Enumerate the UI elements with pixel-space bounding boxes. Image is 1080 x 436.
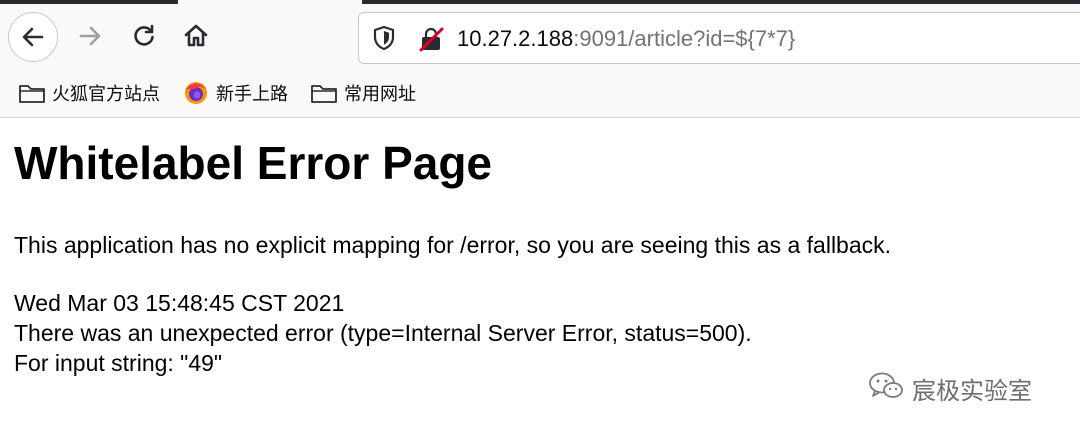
reload-button[interactable] — [124, 16, 164, 56]
page-title: Whitelabel Error Page — [14, 137, 493, 189]
folder-icon — [18, 81, 46, 105]
tracking-protection-shield-icon[interactable] — [371, 25, 397, 51]
reload-icon — [134, 24, 154, 46]
bookmark-getting-started[interactable]: 新手上路 — [182, 78, 288, 108]
bookmark-folder-firefox-official[interactable]: 火狐官方站点 — [18, 78, 160, 108]
address-bar[interactable]: 10.27.2.188:9091/article?id=${7*7} — [358, 12, 1080, 64]
url-host: 10.27.2.188 — [457, 26, 574, 51]
error-timestamp: Wed Mar 03 15:48:45 CST 2021 — [14, 290, 345, 316]
watermark-text: 宸极实验室 — [912, 377, 1032, 405]
navigation-toolbar: 10.27.2.188:9091/article?id=${7*7} — [0, 4, 1080, 70]
error-status: There was an unexpected error (type=Inte… — [14, 320, 752, 346]
bookmark-label: 新手上路 — [216, 84, 288, 104]
arrow-left-icon — [22, 27, 44, 47]
wechat-icon — [868, 371, 904, 406]
error-message: This application has no explicit mapping… — [14, 232, 892, 258]
folder-icon — [310, 81, 338, 105]
back-button[interactable] — [8, 12, 58, 62]
bookmarks-toolbar: 火狐官方站点 新手上路 常用网址 — [0, 70, 1080, 118]
home-icon — [184, 24, 208, 47]
firefox-icon — [182, 81, 210, 105]
arrow-right-icon — [79, 26, 101, 46]
bookmark-label: 常用网址 — [344, 84, 416, 104]
watermark: 宸极实验室 — [868, 370, 1032, 406]
insecure-lock-icon[interactable] — [417, 25, 445, 53]
forward-button[interactable] — [70, 16, 110, 56]
url-text[interactable]: 10.27.2.188:9091/article?id=${7*7} — [457, 23, 795, 55]
bookmark-folder-common-sites[interactable]: 常用网址 — [310, 78, 416, 108]
bookmark-label: 火狐官方站点 — [52, 84, 160, 104]
home-button[interactable] — [176, 16, 216, 56]
error-detail: For input string: "49" — [14, 350, 223, 376]
url-path: :9091/article?id=${7*7} — [573, 26, 796, 51]
